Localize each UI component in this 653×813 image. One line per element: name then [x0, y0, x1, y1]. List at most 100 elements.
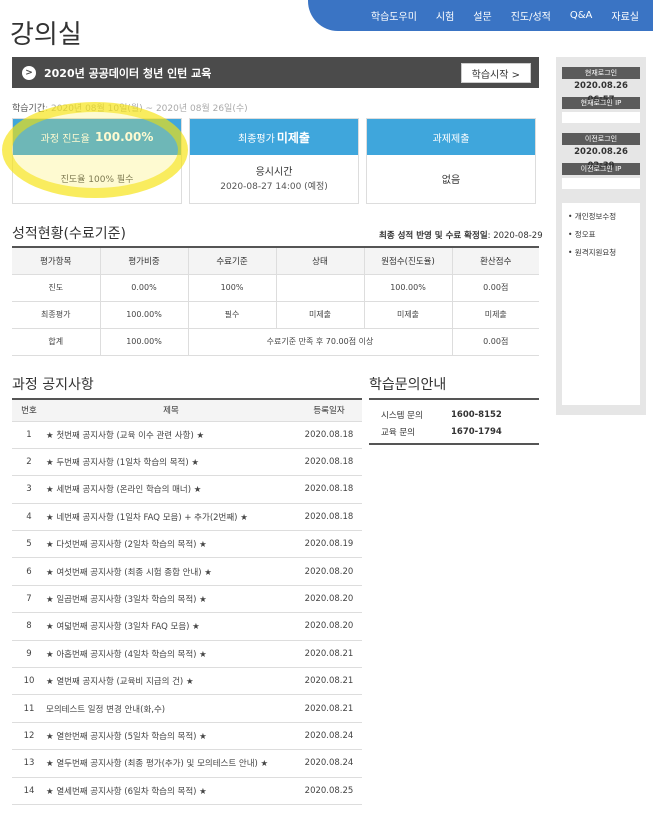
link-errata[interactable]: • 정오표 — [568, 229, 634, 240]
notice-row[interactable]: 1 ★ 첫번째 공지사항 (교육 이수 관련 사항) ★ 2020.08.18 — [12, 421, 362, 449]
highlight-circle — [2, 102, 188, 198]
grade-total-label: 합계 — [12, 328, 101, 356]
previous-ip-label: 이전로그인 IP — [562, 163, 640, 175]
grade-col-raw-score: 원점수(진도율) — [364, 246, 453, 275]
notice-col-no: 번호 — [12, 398, 46, 422]
notice-row[interactable]: 14 ★ 열세번째 공지사항 (6일차 학습의 목적) ★ 2020.08.25 — [12, 777, 362, 805]
nav-survey[interactable]: 설문 — [473, 8, 491, 23]
notice-col-title: 제목 — [46, 398, 296, 422]
notice-number: 6 — [12, 557, 46, 586]
link-edit-profile[interactable]: • 개인정보수정 — [568, 211, 634, 222]
notice-row[interactable]: 9 ★ 아홉번째 공지사항 (4일차 학습의 목적) ★ 2020.08.21 — [12, 640, 362, 669]
notice-row[interactable]: 7 ★ 일곱번째 공지사항 (3일차 학습의 목적) ★ 2020.08.20 — [12, 585, 362, 614]
notice-number: 2 — [12, 448, 46, 477]
grade-col-status: 상태 — [276, 246, 365, 275]
notice-title-link[interactable]: ★ 다섯번째 공지사항 (2일차 학습의 목적) ★ — [46, 530, 296, 559]
assignment-card-body: 없음 — [367, 155, 535, 205]
grade-cell: 최종평가 — [12, 301, 101, 329]
notice-row[interactable]: 5 ★ 다섯번째 공지사항 (2일차 학습의 목적) ★ 2020.08.19 — [12, 530, 362, 559]
notice-number: 12 — [12, 722, 46, 751]
notice-number: 4 — [12, 503, 46, 532]
sidebar-links: • 개인정보수정 • 정오표 • 원격지원요청 — [562, 203, 640, 405]
notice-header-row: 번호 제목 등록일자 — [12, 398, 362, 422]
previous-login-value: 2020.08.26 02:39 — [574, 147, 628, 171]
grade-cell: 0.00% — [100, 274, 189, 302]
notice-col-date: 등록일자 — [296, 398, 362, 422]
final-exam-card-body: 응시시간 2020-08-27 14:00 (예정) — [190, 155, 358, 205]
confirm-date: : 2020-08-29 — [487, 231, 543, 241]
nav-exam[interactable]: 시험 — [436, 8, 454, 23]
notice-date: 2020.08.18 — [296, 503, 362, 532]
grade-cell: 미제출 — [452, 301, 539, 329]
grade-header-row: 평가항목 평가비중 수료기준 상태 원점수(진도율) 환산점수 — [12, 246, 539, 275]
nav-help[interactable]: 학습도우미 — [371, 8, 417, 23]
inquiry-label: 교육 문의 — [381, 427, 415, 438]
notice-date: 2020.08.21 — [296, 640, 362, 669]
notice-date: 2020.08.20 — [296, 557, 362, 586]
link-remote-support[interactable]: • 원격지원요청 — [568, 247, 634, 258]
current-ip-label: 현재로그인 IP — [562, 97, 640, 109]
page-title: 강의실 — [10, 20, 82, 50]
inquiry-box: 시스템 문의 1600-8152 교육 문의 1670-1794 — [369, 398, 539, 445]
current-ip-box — [562, 112, 640, 123]
notice-row[interactable]: 12 ★ 열한번째 공지사항 (5일차 학습의 목적) ★ 2020.08.24 — [12, 722, 362, 751]
notice-title-link[interactable]: ★ 열세번째 공지사항 (6일차 학습의 목적) ★ — [46, 777, 296, 805]
grade-col-item: 평가항목 — [12, 246, 101, 275]
notice-number: 8 — [12, 612, 46, 641]
notice-number: 3 — [12, 475, 46, 504]
grade-cell: 필수 — [188, 301, 277, 329]
notice-row[interactable]: 3 ★ 세번째 공지사항 (온라인 학습의 매너) ★ 2020.08.18 — [12, 475, 362, 504]
notice-title-link[interactable]: ★ 여섯번째 공지사항 (최종 시험 종합 안내) ★ — [46, 557, 296, 586]
grade-total-criteria: 수료기준 만족 후 70.00점 이상 — [188, 328, 453, 356]
inquiry-phone: 1600-8152 — [451, 409, 502, 420]
notice-title-link[interactable]: ★ 세번째 공지사항 (온라인 학습의 매너) ★ — [46, 475, 296, 504]
grade-row: 최종평가 100.00% 필수 미제출 미제출 미제출 — [12, 301, 539, 329]
notice-title-link[interactable]: ★ 열두번째 공지사항 (최종 평가(추가) 및 모의테스트 안내) ★ — [46, 749, 296, 778]
notice-date: 2020.08.24 — [296, 749, 362, 778]
grade-total-row: 합계 100.00% 수료기준 만족 후 70.00점 이상 0.00점 — [12, 328, 539, 356]
exam-time-title: 응시시간 — [255, 167, 293, 178]
grade-cell: 100% — [188, 274, 277, 302]
assignment-label: 과제제출 — [432, 133, 470, 145]
notice-title-link[interactable]: ★ 첫번째 공지사항 (교육 이수 관련 사항) ★ — [46, 421, 296, 449]
nav-library[interactable]: 자료실 — [611, 8, 639, 23]
inquiry-phone: 1670-1794 — [451, 426, 502, 437]
notice-row[interactable]: 10 ★ 열번째 공지사항 (교육비 지급의 건) ★ 2020.08.21 — [12, 667, 362, 696]
notice-date: 2020.08.18 — [296, 448, 362, 477]
grade-cell: 100.00% — [100, 301, 189, 329]
final-exam-card[interactable]: 최종평가 미제출 응시시간 2020-08-27 14:00 (예정) — [189, 118, 359, 204]
assignment-card[interactable]: 과제제출 없음 — [366, 118, 536, 204]
notice-date: 2020.08.21 — [296, 694, 362, 723]
grade-cell: 100.00% — [364, 274, 453, 302]
notice-date: 2020.08.20 — [296, 585, 362, 614]
notice-row[interactable]: 6 ★ 여섯번째 공지사항 (최종 시험 종합 안내) ★ 2020.08.20 — [12, 557, 362, 586]
notice-title-link[interactable]: ★ 열번째 공지사항 (교육비 지급의 건) ★ — [46, 667, 296, 696]
arrow-icon: > — [22, 65, 36, 80]
grade-table: 평가항목 평가비중 수료기준 상태 원점수(진도율) 환산점수 진도 0.00%… — [12, 246, 539, 356]
previous-ip-box — [562, 178, 640, 189]
notice-row[interactable]: 11 모의테스트 일정 변경 안내(화,수) 2020.08.21 — [12, 694, 362, 723]
notice-title-link[interactable]: ★ 두번째 공지사항 (1일차 학습의 목적) ★ — [46, 448, 296, 477]
notice-title-link[interactable]: ★ 여덟번째 공지사항 (3일차 FAQ 모음) ★ — [46, 612, 296, 641]
notice-title-link[interactable]: ★ 열한번째 공지사항 (5일차 학습의 목적) ★ — [46, 722, 296, 751]
inquiry-row: 교육 문의 1670-1794 — [381, 423, 527, 440]
inquiry-label: 시스템 문의 — [381, 410, 423, 421]
notice-row[interactable]: 8 ★ 여덟번째 공지사항 (3일차 FAQ 모음) ★ 2020.08.20 — [12, 612, 362, 641]
notice-row[interactable]: 4 ★ 네번째 공지사항 (1일차 FAQ 모음) + 추가(2번째) ★ 2020… — [12, 503, 362, 532]
previous-login-label: 이전로그인 — [562, 133, 640, 145]
nav-qna[interactable]: Q&A — [570, 10, 593, 21]
top-nav: 학습도우미 시험 설문 진도/성적 Q&A 자료실 — [308, 0, 653, 31]
notice-title-link[interactable]: ★ 네번째 공지사항 (1일차 FAQ 모음) + 추가(2번째) ★ — [46, 503, 296, 532]
start-learning-button[interactable]: 학습시작 > — [460, 63, 531, 83]
exam-time-value: 2020-08-27 14:00 (예정) — [220, 182, 328, 192]
notice-row[interactable]: 13 ★ 열두번째 공지사항 (최종 평가(추가) 및 모의테스트 안내) ★ 20… — [12, 749, 362, 778]
notice-date: 2020.08.19 — [296, 530, 362, 559]
notice-title-link[interactable]: ★ 아홉번째 공지사항 (4일차 학습의 목적) ★ — [46, 640, 296, 669]
nav-progress[interactable]: 진도/성적 — [511, 8, 551, 23]
notice-number: 11 — [12, 694, 46, 723]
final-exam-status: 미제출 — [276, 130, 310, 145]
notice-title-link[interactable]: ★ 일곱번째 공지사항 (3일차 학습의 목적) ★ — [46, 585, 296, 614]
grade-cell: 진도 — [12, 274, 101, 302]
notice-row[interactable]: 2 ★ 두번째 공지사항 (1일차 학습의 목적) ★ 2020.08.18 — [12, 448, 362, 477]
notice-title-link[interactable]: 모의테스트 일정 변경 안내(화,수) — [46, 694, 296, 723]
